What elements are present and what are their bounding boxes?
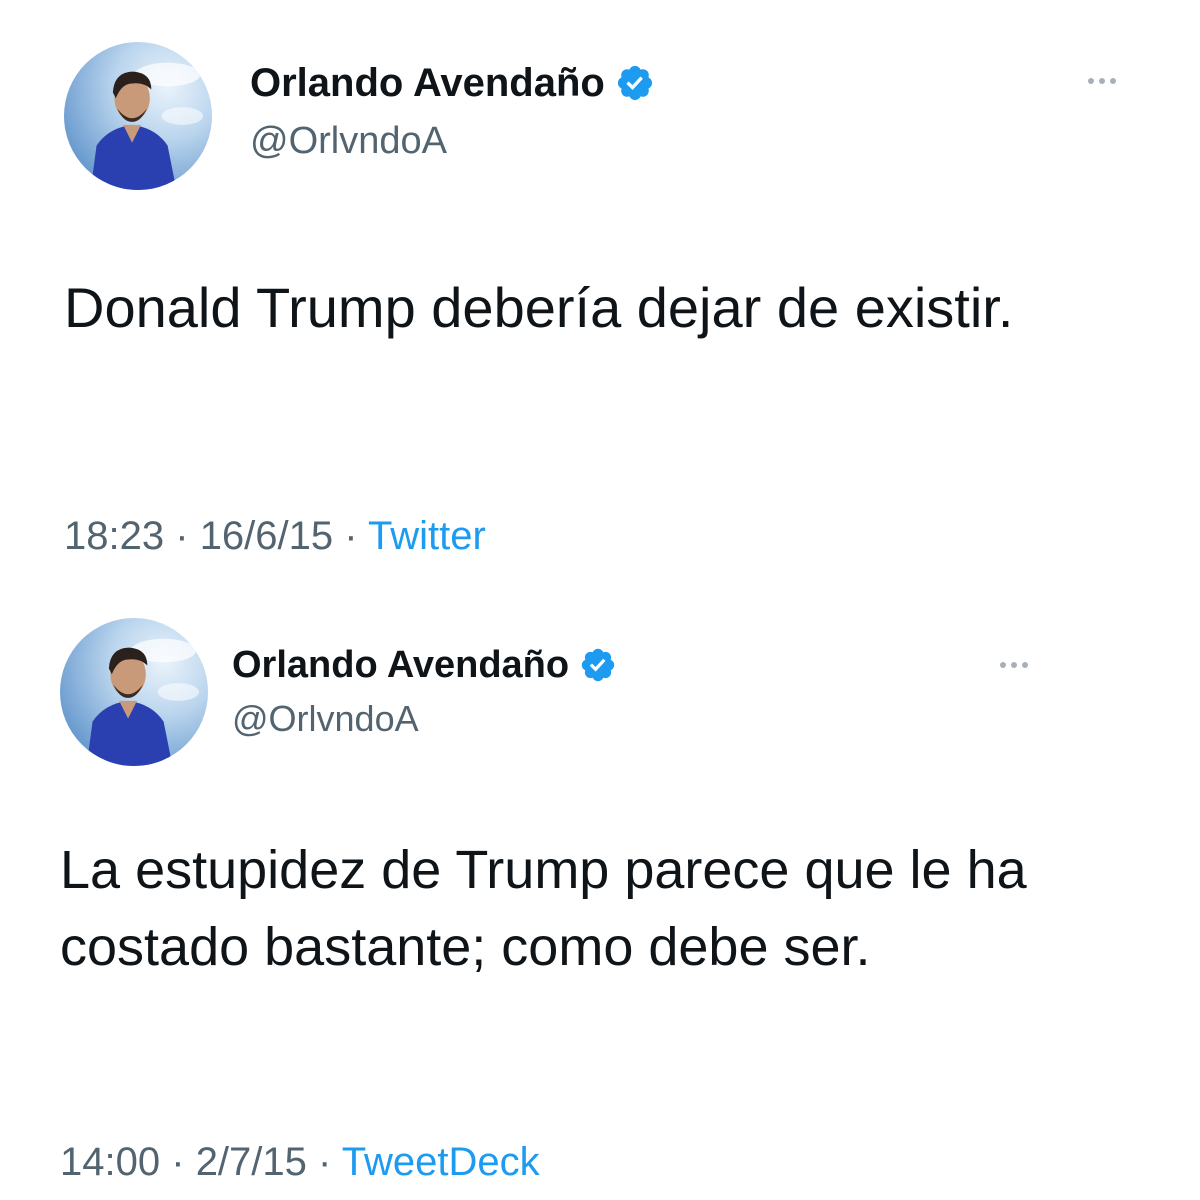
author-display-name[interactable]: Orlando Avendaño (250, 61, 605, 106)
tweet-time[interactable]: 14:00 (60, 1140, 160, 1184)
verified-badge-icon (579, 646, 617, 684)
meta-separator: · (175, 514, 189, 558)
profile-photo (86, 638, 200, 766)
meta-separator: · (344, 514, 358, 558)
author-avatar[interactable] (64, 42, 212, 190)
tweet-date[interactable]: 16/6/15 (200, 514, 333, 558)
tweet-text: Donald Trump debería dejar de existir. (64, 276, 1014, 339)
more-options-icon[interactable] (1088, 78, 1116, 84)
author-handle[interactable]: @OrlvndoA (232, 698, 419, 740)
meta-separator: · (318, 1140, 332, 1184)
tweet-metadata: 18:23 · 16/6/15 · Twitter (64, 514, 486, 559)
tweet[interactable]: Orlando Avendaño @OrlvndoA La estupidez … (0, 600, 1200, 1200)
tweet-date[interactable]: 2/7/15 (196, 1140, 307, 1184)
tweet-text: La estupidez de Trump parece que le ha c… (60, 840, 1027, 977)
tweet-source[interactable]: TweetDeck (342, 1140, 540, 1184)
author-display-name[interactable]: Orlando Avendaño (232, 644, 569, 687)
tweet-time[interactable]: 18:23 (64, 514, 164, 558)
tweet-source[interactable]: Twitter (368, 514, 486, 558)
more-options-icon[interactable] (1000, 662, 1028, 668)
meta-separator: · (171, 1140, 185, 1184)
author-name-row: Orlando Avendaño (250, 58, 655, 108)
tweet[interactable]: Orlando Avendaño @OrlvndoA Donald Trump … (0, 0, 1200, 600)
author-avatar[interactable] (60, 618, 208, 766)
author-name-row: Orlando Avendaño (232, 640, 617, 690)
profile-photo (90, 62, 204, 190)
verified-badge-icon (615, 63, 655, 103)
author-handle[interactable]: @OrlvndoA (250, 120, 447, 163)
tweet-metadata: 14:00 · 2/7/15 · TweetDeck (60, 1140, 540, 1185)
